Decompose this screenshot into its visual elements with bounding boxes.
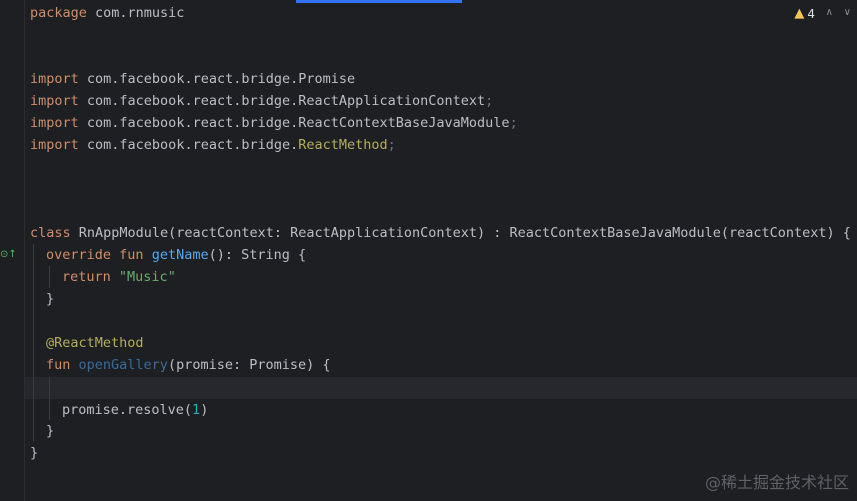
keyword: import: [30, 115, 79, 131]
keyword: import: [30, 137, 79, 153]
number-literal: 1: [192, 402, 201, 418]
paren-close: ): [200, 402, 209, 418]
keyword: return: [62, 269, 111, 285]
code-line-import: import com.facebook.react.bridge.ReactMe…: [30, 134, 396, 156]
import-annotation-name: ReactMethod: [298, 137, 388, 153]
function-signature: (promise: Promise) {: [167, 357, 331, 373]
code-line-getname: override fun getName(): String {: [46, 244, 306, 266]
code-line-annotation: @ReactMethod: [46, 335, 144, 351]
code-line-return: return "Music": [62, 266, 176, 288]
code-line-brace: }: [30, 445, 39, 461]
indent-guide: [49, 266, 50, 288]
code-line-import: import com.facebook.react.bridge.ReactCo…: [30, 112, 518, 134]
function-name: getName: [151, 247, 209, 263]
function-name: openGallery: [78, 357, 168, 373]
code-line-resolve: promise.resolve(1): [62, 399, 208, 421]
import-path: com.facebook.react.bridge.: [78, 137, 299, 153]
semicolon: ;: [485, 93, 494, 109]
code-line-class: class RnAppModule(reactContext: ReactApp…: [30, 222, 851, 244]
keyword: override fun: [46, 247, 144, 263]
keyword: import: [30, 93, 79, 109]
code-line-package: package com.rnmusic: [30, 2, 184, 24]
import-path: com.facebook.react.bridge.ReactContextBa…: [78, 115, 510, 131]
semicolon: ;: [387, 137, 396, 153]
code-line-brace: }: [46, 423, 55, 439]
keyword: import: [30, 71, 79, 87]
package-name: com.rnmusic: [86, 5, 185, 21]
keyword: class: [30, 225, 71, 241]
class-signature: RnAppModule(reactContext: ReactApplicati…: [70, 225, 851, 241]
import-path: com.facebook.react.bridge.Promise: [78, 71, 356, 87]
code-line-opengallery: fun openGallery(promise: Promise) {: [46, 354, 331, 376]
code-line-brace: }: [46, 291, 55, 307]
keyword: fun: [46, 357, 71, 373]
import-path: com.facebook.react.bridge.ReactApplicati…: [78, 93, 486, 109]
indent-guide: [33, 244, 34, 442]
code-line-import: import com.facebook.react.bridge.Promise: [30, 68, 355, 90]
method-call: promise.resolve(: [62, 402, 193, 418]
code-line-import: import com.facebook.react.bridge.ReactAp…: [30, 90, 493, 112]
indent-guide: [49, 377, 50, 420]
code-area[interactable]: package com.rnmusic import com.facebook.…: [0, 0, 857, 501]
keyword: package: [30, 5, 87, 21]
watermark: @稀土掘金技术社区: [704, 473, 849, 492]
semicolon: ;: [509, 115, 518, 131]
function-signature: (): String {: [208, 247, 307, 263]
code-editor[interactable]: ⊙↑ ▲ 4 ∧ ∨ package com.rnmusic import co…: [0, 0, 857, 501]
string-literal: "Music": [118, 269, 176, 285]
